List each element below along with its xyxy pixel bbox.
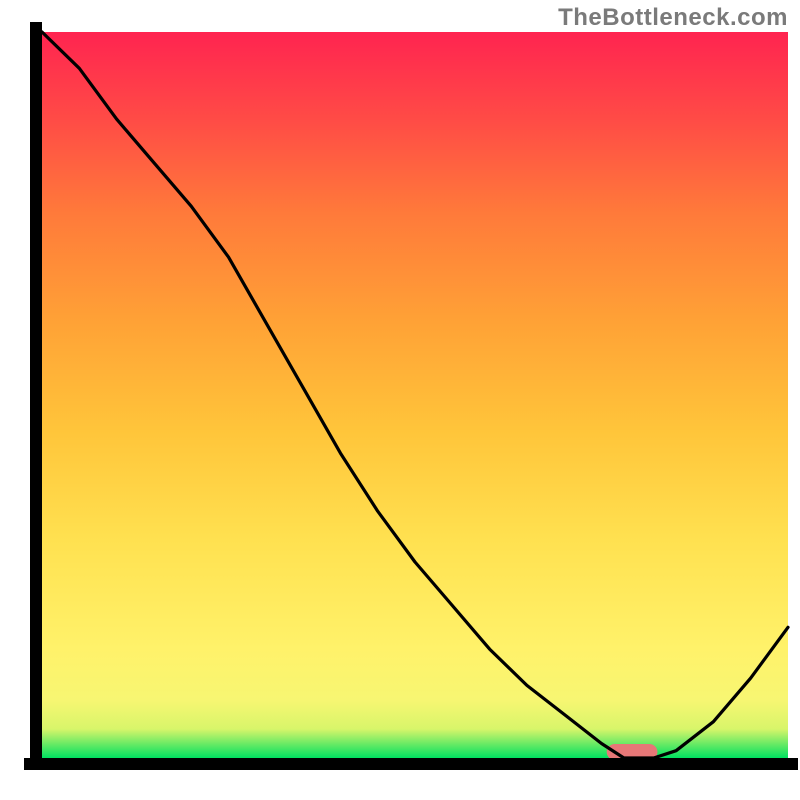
chart-stage: TheBottleneck.com [0,0,800,800]
plot-gradient-background [42,32,788,758]
bottleneck-chart [0,0,800,800]
